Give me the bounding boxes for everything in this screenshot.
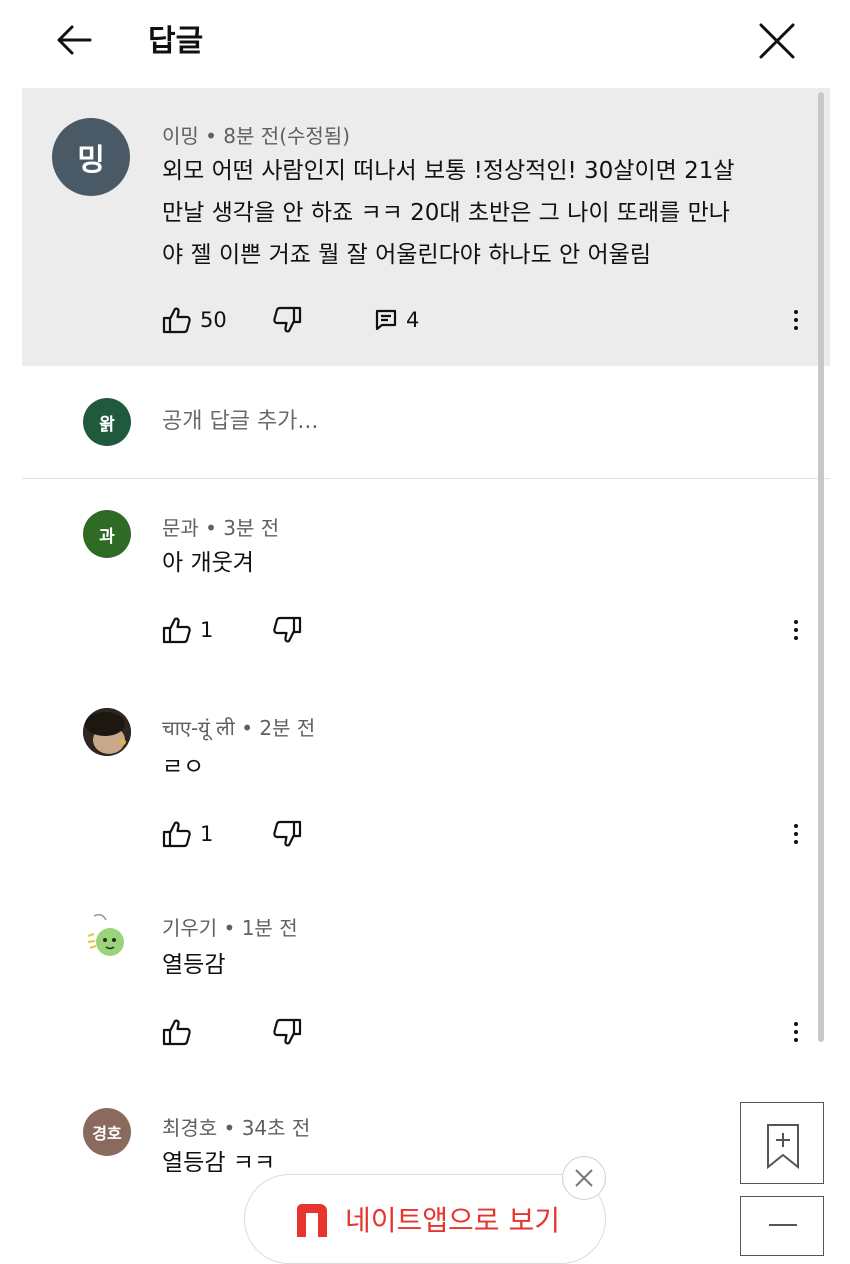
more-options-icon[interactable] (786, 1014, 806, 1050)
like-count: 1 (200, 618, 214, 642)
more-options-icon[interactable] (786, 302, 806, 338)
thumbs-down-icon (273, 616, 302, 643)
reply-comment-icon (375, 309, 397, 331)
more-options-icon[interactable] (786, 612, 806, 648)
banner-close-button[interactable] (562, 1156, 606, 1200)
back-arrow-icon[interactable] (52, 18, 100, 62)
comment-meta: 문과 • 3분 전 (162, 516, 280, 540)
comment-text: 열등감 ㅋㅋ (162, 1150, 276, 1176)
thumbs-down-icon (273, 306, 302, 333)
close-icon (575, 1169, 593, 1187)
thumbs-down-icon (273, 820, 302, 847)
thumbs-up-icon (162, 1019, 191, 1046)
avatar[interactable]: 밍 (52, 118, 130, 196)
comment-text: 외모 어떤 사람인지 떠나서 보통 !정상적인! 30살이면 21살 만날 생각… (162, 150, 822, 276)
like-button[interactable]: 1 (162, 816, 213, 852)
avatar-initial: 과 (99, 526, 115, 547)
nate-logo-icon (297, 1204, 327, 1237)
menu-button[interactable] (740, 1196, 824, 1256)
comment-line: 야 젤 이쁜 거죠 뭘 잘 어울린다야 하나도 안 어울림 (162, 242, 651, 268)
open-in-app-banner[interactable]: 네이트앱으로 보기 (244, 1174, 606, 1264)
header: 답글 (0, 0, 850, 84)
divider (22, 478, 830, 479)
comment-text: 열등감 (162, 952, 226, 978)
bookmark-add-button[interactable] (740, 1102, 824, 1184)
avatar-initial: 밍 (77, 143, 105, 178)
dislike-button[interactable] (272, 1014, 302, 1050)
more-options-icon[interactable] (786, 816, 806, 852)
photo-avatar-icon[interactable] (83, 708, 131, 756)
original-comment: 밍 이밍 • 8분 전(수정됨) 외모 어떤 사람인지 떠나서 보통 !정상적인… (22, 88, 830, 366)
thumbs-up-icon (162, 821, 191, 848)
banner-label: 네이트앱으로 보기 (345, 1204, 560, 1237)
dislike-button[interactable] (272, 612, 302, 648)
avatar[interactable]: 경호 (83, 1108, 131, 1156)
close-icon[interactable] (752, 16, 802, 66)
avatar-initial: 왉 (99, 414, 115, 435)
replies-button[interactable]: 4 (374, 302, 419, 338)
like-count: 1 (200, 822, 214, 846)
green-character-avatar-icon[interactable] (80, 910, 132, 962)
comment-meta: 기우기 • 1분 전 (162, 916, 298, 940)
thumbs-down-icon (273, 1018, 302, 1045)
thumbs-up-icon (162, 307, 191, 334)
comment-line: 만날 생각을 안 하죠 ㅋㅋ 20대 초반은 그 나이 또래를 만나 (162, 200, 730, 226)
menu-icon (769, 1224, 797, 1226)
thumbs-up-icon (162, 617, 191, 644)
reply-input[interactable]: 공개 답글 추가... (162, 400, 762, 444)
reply-count: 4 (406, 308, 420, 332)
like-count: 50 (200, 308, 227, 332)
bookmark-add-icon (767, 1124, 799, 1170)
avatar-initial: 경호 (92, 1124, 122, 1143)
comment-text: 아 개웃겨 (162, 550, 254, 576)
like-button[interactable]: 50 (162, 302, 227, 338)
page-title: 답글 (148, 24, 204, 59)
dislike-button[interactable] (272, 302, 302, 338)
comment-meta: चाए-यूं ली • 2분 전 (162, 716, 316, 740)
like-button[interactable]: 1 (162, 612, 213, 648)
comment-meta: 이밍 • 8분 전(수정됨) (162, 124, 350, 148)
comment-line: 외모 어떤 사람인지 떠나서 보통 !정상적인! 30살이면 21살 (162, 158, 735, 184)
scrollbar[interactable] (818, 92, 824, 1042)
avatar[interactable]: 과 (83, 510, 131, 558)
comment-meta: 최경호 • 34초 전 (162, 1116, 311, 1140)
avatar[interactable]: 왉 (83, 398, 131, 446)
dislike-button[interactable] (272, 816, 302, 852)
like-button[interactable] (162, 1014, 192, 1050)
comment-text: ㄹㅇ (162, 754, 205, 780)
